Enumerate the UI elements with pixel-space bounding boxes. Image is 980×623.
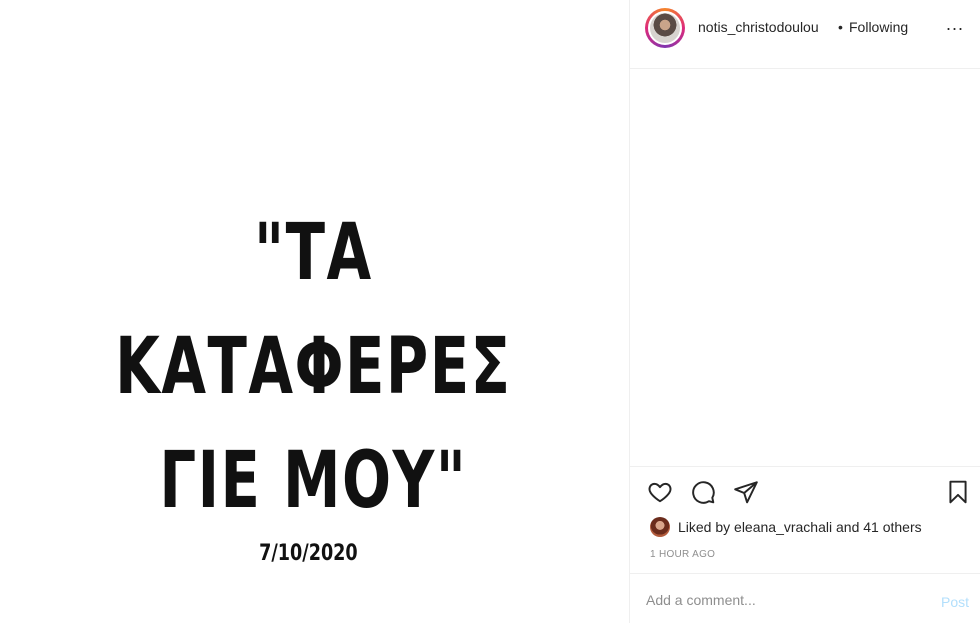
separator-dot: • xyxy=(838,19,843,35)
heart-icon[interactable] xyxy=(647,479,673,505)
likes-text[interactable]: Liked by eleana_vrachali and 41 others xyxy=(678,519,922,535)
comment-icon[interactable] xyxy=(690,479,716,505)
share-icon[interactable] xyxy=(733,479,759,505)
post-image[interactable]: "ΤΑ ΚΑΤΑΦΕΡΕΣ ΓΙΕ ΜΟΥ" 7/10/2020 xyxy=(0,0,629,623)
comment-bar: Post xyxy=(630,573,980,623)
post-quote: "ΤΑ ΚΑΤΑΦΕΡΕΣ ΓΙΕ ΜΟΥ" xyxy=(81,196,546,538)
quote-line-1: "ΤΑ ΚΑΤΑΦΕΡΕΣ xyxy=(115,208,512,412)
more-options-icon[interactable]: ... xyxy=(946,14,964,35)
bookmark-icon[interactable] xyxy=(945,479,971,505)
comment-input[interactable] xyxy=(646,588,916,612)
following-button[interactable]: Following xyxy=(849,19,908,35)
post-actions: Liked by eleana_vrachali and 41 others 1… xyxy=(630,466,980,573)
post-timestamp[interactable]: 1 HOUR AGO xyxy=(650,549,715,560)
avatar-image xyxy=(648,11,682,45)
post-sidebar: notis_christodoulou • Following ... Like… xyxy=(629,0,980,623)
liker-avatar xyxy=(650,517,670,537)
username-link[interactable]: notis_christodoulou xyxy=(698,19,819,35)
post-header: notis_christodoulou • Following ... xyxy=(630,0,980,69)
post-date: 7/10/2020 xyxy=(259,541,358,566)
post-viewer: "ΤΑ ΚΑΤΑΦΕΡΕΣ ΓΙΕ ΜΟΥ" 7/10/2020 notis_c… xyxy=(0,0,980,623)
profile-avatar[interactable] xyxy=(645,8,685,48)
quote-line-2: ΓΙΕ ΜΟΥ" xyxy=(159,436,468,526)
post-comment-button[interactable]: Post xyxy=(941,594,969,610)
